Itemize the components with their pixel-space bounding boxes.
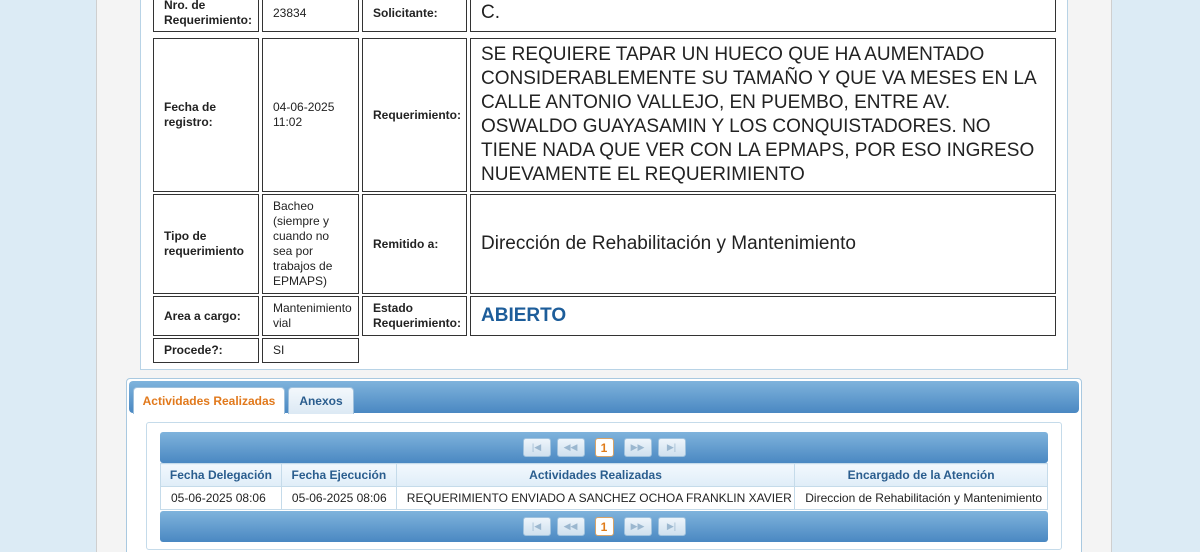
tipo-value: Bacheo (siempre y cuando no sea por trab…	[262, 194, 359, 294]
cell-encargado: Direccion de Rehabilitación y Mantenimie…	[794, 486, 1048, 510]
prev-page-icon[interactable]: ◀◀	[556, 438, 585, 457]
next-page-icon[interactable]: ▶▶	[623, 438, 652, 457]
table-row[interactable]: 05-06-2025 08:06 05-06-2025 08:06 REQUER…	[160, 486, 1048, 510]
activities-table: Fecha Delegación Fecha Ejecución Activid…	[160, 463, 1048, 510]
status-badge: ABIERTO	[470, 296, 1056, 336]
cell-fecha-ejecucion: 05-06-2025 08:06	[280, 486, 397, 510]
nro-label: Nro. de Requerimiento:	[153, 0, 259, 32]
next-page-icon[interactable]: ▶▶	[623, 517, 652, 536]
prev-page-icon[interactable]: ◀◀	[556, 517, 585, 536]
first-page-icon[interactable]: |◀	[522, 438, 551, 457]
fecha-value: 04-06-2025 11:02	[262, 38, 359, 192]
solicitante-label: Solicitante:	[362, 0, 467, 32]
pager-bottom: |◀ ◀◀ 1 ▶▶ ▶|	[160, 511, 1048, 542]
last-page-icon[interactable]: ▶|	[657, 438, 686, 457]
area-value: Mantenimiento vial	[262, 296, 359, 336]
col-fecha-delegacion[interactable]: Fecha Delegación	[160, 463, 282, 487]
solicitante-value: C.	[470, 0, 1056, 32]
tab-strip: Actividades Realizadas Anexos	[129, 381, 1079, 414]
current-page[interactable]: 1	[594, 438, 614, 457]
current-page[interactable]: 1	[594, 517, 614, 536]
tab-actividades-realizadas[interactable]: Actividades Realizadas	[133, 387, 285, 414]
first-page-icon[interactable]: |◀	[522, 517, 551, 536]
col-encargado[interactable]: Encargado de la Atención	[794, 463, 1048, 487]
procede-value: SI	[262, 338, 359, 363]
requerimiento-value: SE REQUIERE TAPAR UN HUECO QUE HA AUMENT…	[470, 38, 1056, 192]
col-actividades-realizadas[interactable]: Actividades Realizadas	[395, 463, 796, 487]
remitido-value: Dirección de Rehabilitación y Mantenimie…	[470, 194, 1056, 294]
pager-top: |◀ ◀◀ 1 ▶▶ ▶|	[160, 432, 1048, 463]
col-fecha-ejecucion[interactable]: Fecha Ejecución	[280, 463, 397, 487]
cell-fecha-delegacion: 05-06-2025 08:06	[160, 486, 282, 510]
estado-label: Estado Requerimiento:	[362, 296, 467, 336]
fecha-label: Fecha de registro:	[153, 38, 259, 192]
procede-label: Procede?:	[153, 338, 259, 363]
nro-value: 23834	[262, 0, 359, 32]
last-page-icon[interactable]: ▶|	[657, 517, 686, 536]
tab-anexos[interactable]: Anexos	[288, 387, 354, 414]
table-header-row: Fecha Delegación Fecha Ejecución Activid…	[160, 463, 1048, 487]
requirement-detail-panel: Nro. de Requerimiento: 23834 Solicitante…	[140, 0, 1068, 370]
remitido-label: Remitido a:	[362, 194, 467, 294]
area-label: Area a cargo:	[153, 296, 259, 336]
tipo-label: Tipo de requerimiento	[153, 194, 259, 294]
requerimiento-label: Requerimiento:	[362, 38, 467, 192]
cell-actividad: REQUERIMIENTO ENVIADO A SANCHEZ OCHOA FR…	[395, 486, 796, 510]
